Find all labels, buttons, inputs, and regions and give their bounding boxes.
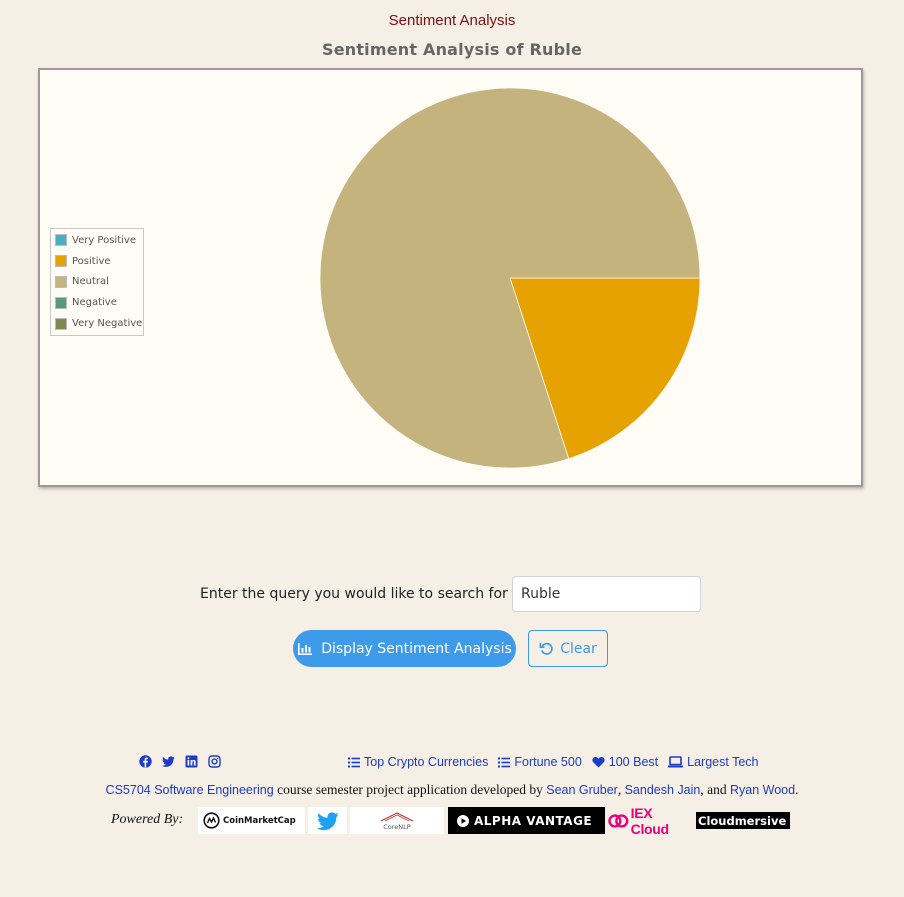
social-links [139, 755, 221, 768]
facebook-icon[interactable] [139, 755, 152, 768]
credit-sep-2: , and [700, 782, 730, 797]
legend-swatch [55, 296, 67, 309]
display-sentiment-button[interactable]: Display Sentiment Analysis [293, 630, 516, 667]
play-icon [457, 814, 469, 827]
cloudmersive-label: Cloudmersive [698, 813, 787, 828]
nav-top-crypto-label: Top Crypto Currencies [364, 755, 489, 769]
search-input[interactable] [512, 576, 701, 612]
legend-label: Negative [72, 297, 117, 309]
author-link-3[interactable]: Ryan Wood [730, 783, 795, 797]
twitter-icon[interactable] [162, 755, 175, 768]
legend-item-positive[interactable]: Positive [55, 251, 143, 272]
legend-item-very-negative[interactable]: Very Negative [55, 313, 143, 334]
instagram-icon[interactable] [208, 755, 221, 768]
nav-fortune-500-label: Fortune 500 [514, 755, 582, 769]
chart-title: Sentiment Analysis of Ruble [321, 40, 583, 59]
legend-label: Very Negative [72, 318, 143, 330]
nav-top-crypto[interactable]: Top Crypto Currencies [348, 755, 488, 769]
nav-100-best-label: 100 Best [608, 755, 659, 769]
alphavantage-label: ALPHA VANTAGE [474, 813, 593, 828]
iexcloud-label: IEX Cloud [630, 804, 669, 837]
coinmarketcap-label: CoinMarketCap [223, 815, 296, 826]
coinmarketcap-icon [203, 812, 220, 829]
chart-legend: Very Positive Positive Neutral Negative Very… [50, 228, 144, 336]
nav-fortune-500[interactable]: Fortune 500 [498, 755, 582, 769]
display-sentiment-label: Display Sentiment Analysis [321, 640, 512, 657]
legend-item-negative[interactable]: Negative [55, 292, 143, 313]
laptop-icon [668, 756, 684, 768]
twitter-logo[interactable] [308, 807, 347, 834]
pie-chart [319, 87, 701, 469]
search-row: Enter the query you would like to search… [0, 576, 904, 612]
bar-chart-icon [298, 642, 313, 655]
credit-line: CS5704 Software Engineering course semes… [0, 782, 904, 798]
chart-panel: Very Positive Positive Neutral Negative Very… [38, 68, 863, 487]
corenlp-label: CoreNLP [383, 822, 411, 831]
legend-swatch [55, 234, 67, 247]
corenlp-logo[interactable]: CoreNLP [350, 807, 444, 834]
course-link[interactable]: CS5704 Software Engineering [106, 783, 274, 797]
nav-100-best[interactable]: 100 Best [592, 755, 658, 769]
author-link-1[interactable]: Sean Gruber [546, 783, 618, 797]
iexcloud-logo[interactable]: IEX Cloud [608, 804, 693, 837]
alphavantage-logo[interactable]: ALPHA VANTAGE [448, 807, 605, 834]
legend-swatch [55, 255, 67, 268]
credit-text: course semester project application deve… [273, 782, 547, 797]
legend-swatch [55, 317, 67, 330]
search-label: Enter the query you would like to search… [200, 586, 523, 602]
nav-largest-tech[interactable]: Largest Tech [668, 755, 758, 769]
powered-by-label: Powered By: [111, 812, 184, 827]
legend-label: Very Positive [72, 234, 136, 246]
linkedin-icon[interactable] [185, 755, 198, 768]
legend-label: Positive [72, 255, 111, 267]
powered-by-row: Powered By: CoinMarketCap CoreNLP ALPHA … [111, 804, 801, 837]
clear-label: Clear [560, 640, 597, 657]
clear-button[interactable]: Clear [528, 630, 608, 667]
footer-nav: Top Crypto Currencies Fortune 500 100 Be… [348, 755, 758, 769]
legend-swatch [55, 275, 67, 288]
list-icon [348, 757, 360, 767]
search-label-text: Enter the query you would like to search… [200, 586, 508, 602]
nav-largest-tech-label: Largest Tech [687, 755, 759, 769]
heart-icon [592, 756, 605, 768]
undo-icon [539, 642, 553, 655]
coinmarketcap-logo[interactable]: CoinMarketCap [198, 807, 305, 834]
credit-end: . [795, 782, 799, 797]
legend-item-neutral[interactable]: Neutral [55, 272, 143, 293]
author-link-2[interactable]: Sandesh Jain [625, 783, 701, 797]
corenlp-roof-icon [380, 811, 414, 822]
legend-item-very-positive[interactable]: Very Positive [55, 230, 143, 251]
twitter-bird-icon [316, 811, 338, 830]
iexcloud-icon [608, 813, 629, 828]
credit-sep-1: , [617, 782, 625, 797]
list-icon [498, 757, 511, 767]
legend-label: Neutral [72, 276, 109, 288]
page-title: Sentiment Analysis [388, 12, 516, 29]
cloudmersive-logo[interactable]: Cloudmersive [696, 812, 790, 829]
